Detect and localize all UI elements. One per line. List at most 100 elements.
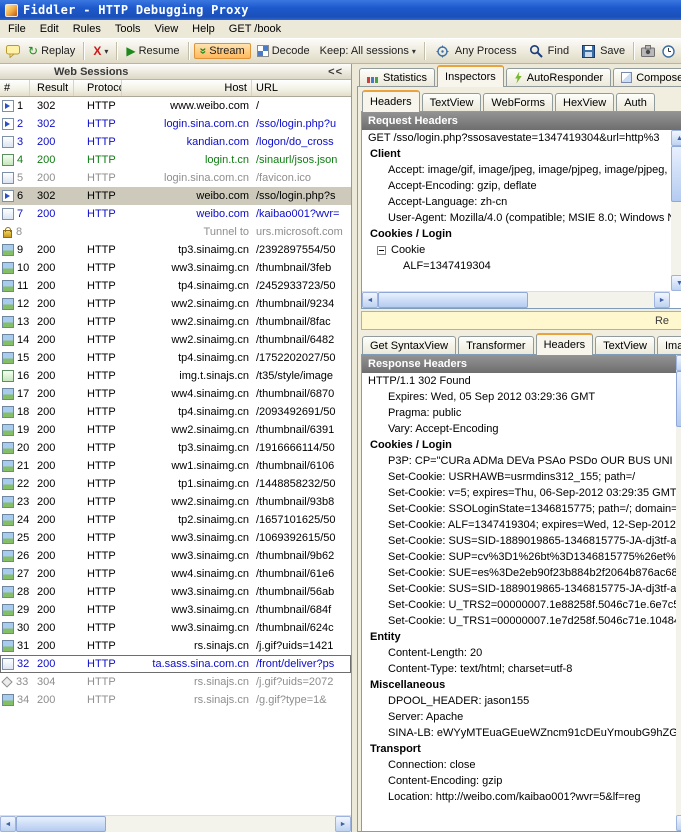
- response-tab-get-syntaxview[interactable]: Get SyntaxView: [362, 336, 456, 354]
- request-header-entry[interactable]: Accept-Encoding: gzip, deflate: [362, 178, 681, 194]
- response-header-entry[interactable]: Set-Cookie: USRHAWB=usrmdins312_155; pat…: [362, 469, 681, 485]
- scroll-down-button[interactable]: ▼: [671, 275, 681, 291]
- response-header-entry[interactable]: Set-Cookie: SUP=cv%3D1%26bt%3D1346815775…: [362, 549, 681, 565]
- column-header-protocol[interactable]: Protocol: [74, 80, 122, 96]
- session-row[interactable]: 34200HTTPrs.sinajs.cn/g.gif?type=1&: [0, 691, 351, 709]
- sessions-hscrollbar[interactable]: ◄ ►: [0, 815, 351, 832]
- menu-help[interactable]: Help: [185, 21, 222, 37]
- decode-button[interactable]: Decode: [253, 43, 314, 59]
- column-header-num[interactable]: #: [0, 80, 30, 96]
- response-header-entry[interactable]: Set-Cookie: SUE=es%3De2eb90f23b884b2f206…: [362, 565, 681, 581]
- request-header-entry[interactable]: Accept-Language: zh-cn: [362, 194, 681, 210]
- session-row[interactable]: 10200HTTPww3.sinaimg.cn/thumbnail/3feb: [0, 259, 351, 277]
- response-tab-headers[interactable]: Headers: [536, 333, 594, 355]
- session-row[interactable]: 16200HTTPimg.t.sinajs.cn/t35/style/image: [0, 367, 351, 385]
- response-header-entry[interactable]: P3P: CP="CURa ADMa DEVa PSAo PSDo OUR BU…: [362, 453, 681, 469]
- request-header-entry[interactable]: User-Agent: Mozilla/4.0 (compatible; MSI…: [362, 210, 681, 226]
- session-row[interactable]: 24200HTTPtp2.sinaimg.cn/1657101625/50: [0, 511, 351, 529]
- collapse-panel-button[interactable]: <<: [328, 66, 343, 78]
- scroll-track[interactable]: [16, 816, 335, 832]
- scroll-thumb[interactable]: [671, 146, 681, 202]
- session-row[interactable]: 20200HTTPtp3.sinaimg.cn/1916666114/50: [0, 439, 351, 457]
- resume-button[interactable]: ▶ Resume: [122, 43, 183, 59]
- session-row[interactable]: 7200HTTPweibo.com/kaibao001?wvr=: [0, 205, 351, 223]
- session-row[interactable]: 1302HTTPwww.weibo.com/: [0, 97, 351, 115]
- response-header-group[interactable]: Entity: [362, 629, 681, 645]
- response-header-entry[interactable]: DPOOL_HEADER: jason155: [362, 693, 681, 709]
- response-tab-imageview[interactable]: ImageView: [657, 336, 681, 354]
- session-row[interactable]: 14200HTTPww2.sinaimg.cn/thumbnail/6482: [0, 331, 351, 349]
- scroll-right-button[interactable]: ►: [335, 816, 351, 832]
- response-header-group[interactable]: Miscellaneous: [362, 677, 681, 693]
- request-tab-webforms[interactable]: WebForms: [483, 93, 553, 111]
- column-header-url[interactable]: URL: [252, 80, 351, 96]
- session-row[interactable]: 26200HTTPww3.sinaimg.cn/thumbnail/9b62: [0, 547, 351, 565]
- request-header-group[interactable]: Client: [362, 146, 681, 162]
- response-header-entry[interactable]: Vary: Accept-Encoding: [362, 421, 681, 437]
- request-header-group[interactable]: Cookies / Login: [362, 226, 681, 242]
- response-header-entry[interactable]: Content-Length: 20: [362, 645, 681, 661]
- session-row[interactable]: 29200HTTPww3.sinaimg.cn/thumbnail/684f: [0, 601, 351, 619]
- session-row[interactable]: 8Tunnel tours.microsoft.com: [0, 223, 351, 241]
- request-vscrollbar[interactable]: ▲ ▼: [671, 130, 681, 291]
- scroll-track[interactable]: [378, 292, 654, 308]
- session-row[interactable]: 23200HTTPww2.sinaimg.cn/thumbnail/93b8: [0, 493, 351, 511]
- scroll-up-button[interactable]: ▲: [676, 355, 681, 371]
- session-row[interactable]: 21200HTTPww1.sinaimg.cn/thumbnail/6106: [0, 457, 351, 475]
- session-row[interactable]: 32200HTTPta.sass.sina.com.cn/front/deliv…: [0, 655, 351, 673]
- save-button[interactable]: Save: [575, 40, 629, 62]
- request-tab-textview[interactable]: TextView: [422, 93, 482, 111]
- session-row[interactable]: 17200HTTPww4.sinaimg.cn/thumbnail/6870: [0, 385, 351, 403]
- session-row[interactable]: 33304HTTPrs.sinajs.cn/j.gif?uids=2072: [0, 673, 351, 691]
- session-row[interactable]: 3200HTTPkandian.com/logon/do_cross: [0, 133, 351, 151]
- response-header-entry[interactable]: Content-Encoding: gzip: [362, 773, 681, 789]
- session-row[interactable]: 18200HTTPtp4.sinaimg.cn/2093492691/50: [0, 403, 351, 421]
- request-hscrollbar[interactable]: ◄ ►: [362, 291, 670, 308]
- screenshot-camera-icon[interactable]: [639, 42, 657, 60]
- scroll-thumb[interactable]: [676, 371, 681, 427]
- response-header-entry[interactable]: Server: Apache: [362, 709, 681, 725]
- tab-statistics[interactable]: Statistics: [359, 68, 435, 86]
- request-tab-headers[interactable]: Headers: [362, 90, 420, 112]
- menu-rules[interactable]: Rules: [66, 21, 108, 37]
- remove-sessions-button[interactable]: X ▾: [89, 43, 112, 59]
- collapse-expander-icon[interactable]: [377, 246, 386, 255]
- request-tab-auth[interactable]: Auth: [616, 93, 655, 111]
- session-row[interactable]: 13200HTTPww2.sinaimg.cn/thumbnail/8fac: [0, 313, 351, 331]
- encoding-notice-bar[interactable]: Re: [361, 311, 681, 330]
- stream-toggle-button[interactable]: » Stream: [194, 43, 251, 59]
- find-button[interactable]: Find: [523, 40, 573, 62]
- response-header-entry[interactable]: Expires: Wed, 05 Sep 2012 03:29:36 GMT: [362, 389, 681, 405]
- session-row[interactable]: 22200HTTPtp1.sinaimg.cn/1448858232/50: [0, 475, 351, 493]
- request-tab-hexview[interactable]: HexView: [555, 93, 614, 111]
- session-row[interactable]: 2302HTTPlogin.sina.com.cn/sso/login.php?…: [0, 115, 351, 133]
- session-row[interactable]: 6302HTTPweibo.com/sso/login.php?s: [0, 187, 351, 205]
- scroll-down-button[interactable]: ▼: [676, 815, 681, 831]
- session-row[interactable]: 5200HTTPlogin.sina.com.cn/favicon.ico: [0, 169, 351, 187]
- scroll-track[interactable]: [671, 146, 681, 275]
- session-row[interactable]: 12200HTTPww2.sinaimg.cn/thumbnail/9234: [0, 295, 351, 313]
- response-vscrollbar[interactable]: ▲ ▼: [676, 355, 681, 831]
- response-header-entry[interactable]: Content-Type: text/html; charset=utf-8: [362, 661, 681, 677]
- response-header-entry[interactable]: Connection: close: [362, 757, 681, 773]
- tab-composer[interactable]: Composer: [613, 68, 681, 86]
- scroll-up-button[interactable]: ▲: [671, 130, 681, 146]
- tab-inspectors[interactable]: Inspectors: [437, 65, 504, 87]
- response-header-entry[interactable]: Location: http://weibo.com/kaibao001?wvr…: [362, 789, 681, 805]
- response-header-entry[interactable]: Set-Cookie: ALF=1347419304; expires=Wed,…: [362, 517, 681, 533]
- response-tab-transformer[interactable]: Transformer: [458, 336, 534, 354]
- response-header-entry[interactable]: Pragma: public: [362, 405, 681, 421]
- response-header-entry[interactable]: SINA-LB: eWYyMTEuaGEueWZncm91cDEuYmoubG9…: [362, 725, 681, 741]
- request-header-node[interactable]: Cookie: [362, 242, 681, 258]
- session-row[interactable]: 27200HTTPww4.sinaimg.cn/thumbnail/61e6: [0, 565, 351, 583]
- scroll-right-button[interactable]: ►: [654, 292, 670, 308]
- session-row[interactable]: 28200HTTPww3.sinaimg.cn/thumbnail/56ab: [0, 583, 351, 601]
- request-header-child[interactable]: ALF=1347419304: [362, 258, 681, 274]
- response-header-entry[interactable]: Set-Cookie: SSOLoginState=1346815775; pa…: [362, 501, 681, 517]
- request-line[interactable]: GET /sso/login.php?ssosavestate=13474193…: [362, 130, 681, 146]
- session-row[interactable]: 9200HTTPtp3.sinaimg.cn/2392897554/50: [0, 241, 351, 259]
- response-header-group[interactable]: Transport: [362, 741, 681, 757]
- menu-edit[interactable]: Edit: [33, 21, 66, 37]
- scroll-left-button[interactable]: ◄: [0, 816, 16, 832]
- scroll-thumb[interactable]: [378, 292, 528, 308]
